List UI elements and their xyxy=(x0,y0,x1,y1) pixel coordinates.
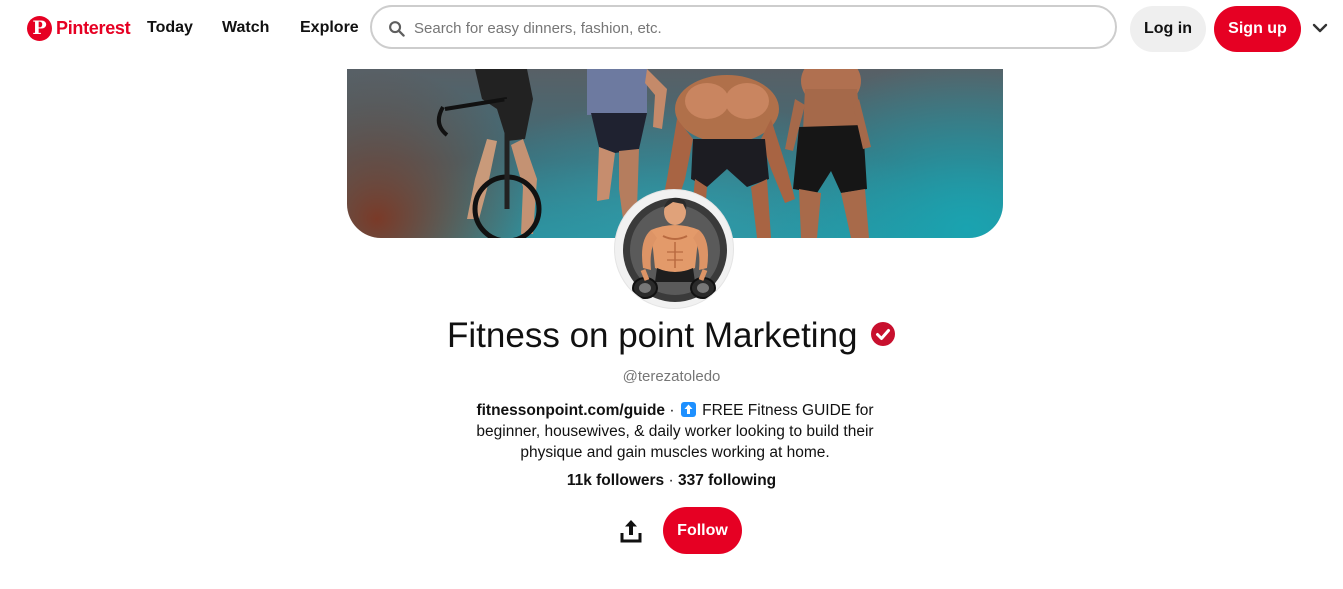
follow-stats: 11k followers · 337 following xyxy=(0,472,1343,490)
pinterest-logo[interactable]: P Pinterest xyxy=(27,16,131,41)
followers-count[interactable]: 11k followers xyxy=(567,472,664,489)
following-count[interactable]: 337 following xyxy=(678,472,776,489)
profile-title-row: Fitness on point Marketing xyxy=(0,316,1343,356)
signup-button[interactable]: Sign up xyxy=(1214,6,1301,52)
profile-avatar[interactable] xyxy=(614,189,734,309)
profile-handle: @terezatoledo xyxy=(622,368,721,385)
bio-separator: · xyxy=(665,402,679,419)
logo-text: Pinterest xyxy=(56,18,131,38)
share-icon[interactable] xyxy=(616,516,646,546)
nav-watch[interactable]: Watch xyxy=(222,19,269,37)
nav-explore[interactable]: Explore xyxy=(300,19,359,37)
top-navigation-bar: P Pinterest Today Watch Explore Log in S… xyxy=(0,0,1343,64)
chevron-down-icon[interactable] xyxy=(1312,23,1328,33)
pinterest-logo-icon: P xyxy=(27,16,52,41)
nav-today[interactable]: Today xyxy=(147,19,193,37)
stats-separator: · xyxy=(664,472,678,489)
website-link[interactable]: fitnessonpoint.com/guide xyxy=(476,402,665,419)
standing-man-figure xyxy=(785,69,871,238)
search-icon xyxy=(389,21,405,37)
profile-name: Fitness on point Marketing xyxy=(447,316,858,355)
profile-bio: fitnessonpoint.com/guide · FREE Fitness … xyxy=(468,400,882,463)
search-input[interactable] xyxy=(412,13,1106,43)
cyclist-figure xyxy=(436,69,542,238)
bodybuilder-avatar-image xyxy=(623,197,727,302)
search-bar[interactable] xyxy=(370,5,1117,49)
follow-button[interactable]: Follow xyxy=(663,507,742,554)
verified-check-icon xyxy=(870,322,895,346)
up-arrow-emoji-icon xyxy=(680,402,696,417)
login-button[interactable]: Log in xyxy=(1130,6,1206,52)
